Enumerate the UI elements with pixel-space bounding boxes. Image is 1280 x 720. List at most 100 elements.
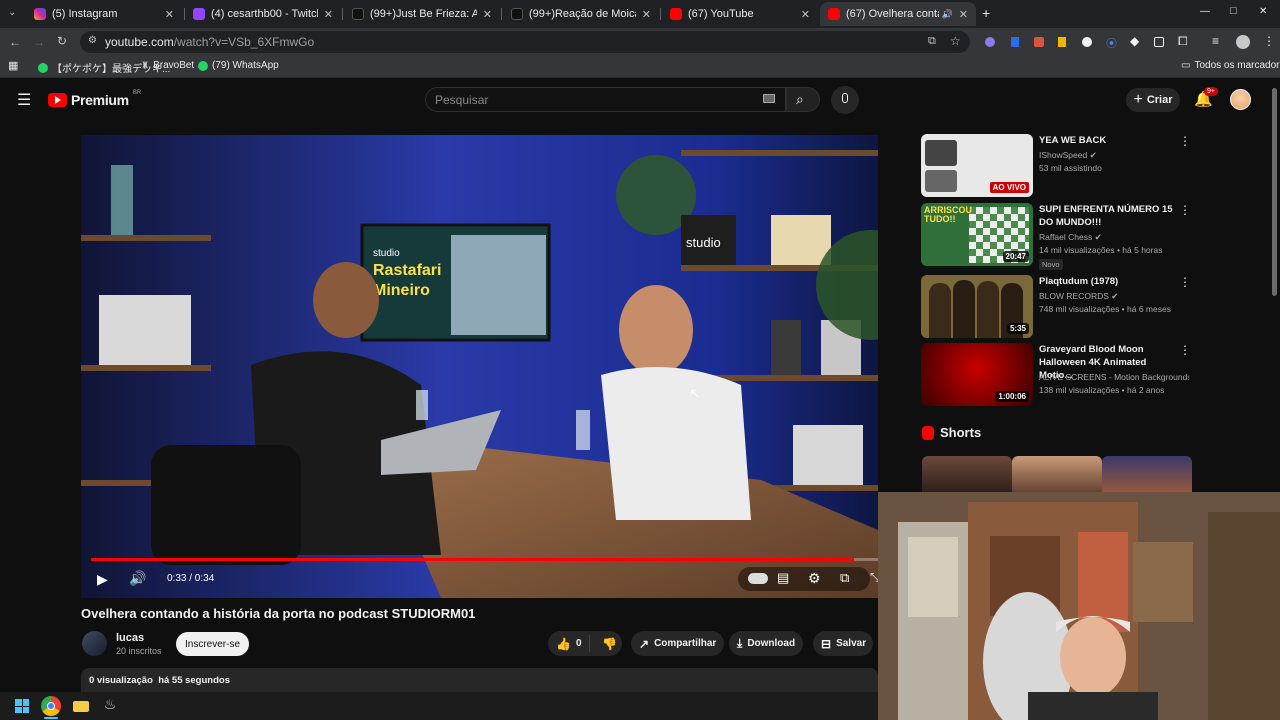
more-options-icon[interactable]: ⋮ bbox=[1179, 203, 1191, 217]
recommendation-item[interactable]: 1:00:06 Graveyard Blood Moon Halloween 4… bbox=[921, 343, 1191, 407]
forward-icon[interactable]: → bbox=[33, 35, 45, 49]
recommendation-item[interactable]: AO VIVO YEA WE BACK IShowSpeed ✔ 53 mil … bbox=[921, 134, 1191, 198]
recommendation-meta: 748 mil visualizações • há 6 meses bbox=[1039, 304, 1171, 314]
recommendation-thumbnail[interactable]: 5:35 bbox=[921, 275, 1033, 338]
miniplayer-icon[interactable]: ⧉ bbox=[840, 570, 849, 586]
extension-icon[interactable]: ⦿ bbox=[1106, 35, 1117, 51]
share-button[interactable]: ↗ Compartilhar bbox=[631, 631, 725, 656]
tab-tiktok-frieza[interactable]: (99+)Just Be Frieza: A Brutal Pi ✕ bbox=[344, 2, 500, 26]
tab-youtube-current[interactable]: (67) Ovelhera contando a h 🔊 ✕ bbox=[820, 2, 976, 26]
volume-icon[interactable]: 🔊 bbox=[129, 570, 146, 587]
keyboard-icon[interactable] bbox=[763, 94, 775, 103]
recommendation-item[interactable]: 5:35 Plaqtudum (1978) BLOW RECORDS ✔ 748… bbox=[921, 275, 1191, 339]
close-tab-icon[interactable]: ✕ bbox=[483, 8, 492, 21]
bookmark-whatsapp[interactable]: (79) WhatsApp bbox=[198, 60, 279, 71]
steam-icon[interactable]: ♨ bbox=[100, 696, 120, 716]
audio-playing-icon[interactable]: 🔊 bbox=[942, 9, 953, 20]
media-controls-icon[interactable]: ≡ bbox=[1212, 34, 1219, 48]
tab-twitch[interactable]: (4) cesarthb00 - Twitch ✕ bbox=[185, 2, 341, 26]
settings-gear-icon[interactable]: ⚙ bbox=[808, 570, 821, 587]
minimize-button[interactable]: — bbox=[1200, 6, 1210, 17]
recommendation-title[interactable]: SUPI ENFRENTA NÚMERO 15 DO MUNDO!!! bbox=[1039, 203, 1173, 229]
close-tab-icon[interactable]: ✕ bbox=[801, 8, 810, 21]
extension-icon[interactable] bbox=[985, 37, 995, 47]
apps-grid-icon[interactable]: ▦ bbox=[8, 59, 18, 72]
tab-search-icon[interactable]: ⌄ bbox=[8, 7, 16, 18]
recommendation-thumbnail[interactable]: ARRISCOU TUDO!! 20:47 bbox=[921, 203, 1033, 266]
close-window-button[interactable]: ✕ bbox=[1259, 6, 1267, 17]
recommendation-thumbnail[interactable]: AO VIVO bbox=[921, 134, 1033, 197]
search-box[interactable]: Pesquisar bbox=[425, 87, 786, 112]
file-explorer-icon[interactable] bbox=[71, 696, 91, 716]
subtitles-icon[interactable]: ▤ bbox=[777, 570, 789, 586]
extension-icon[interactable] bbox=[1154, 37, 1164, 47]
cast-icon[interactable]: ⧉ bbox=[928, 35, 936, 48]
recommendation-thumbnail[interactable]: 1:00:06 bbox=[921, 343, 1033, 406]
like-button[interactable]: 👍 0 bbox=[548, 635, 590, 652]
search-input[interactable]: Pesquisar bbox=[435, 93, 488, 107]
notifications-button[interactable]: 🔔 9+ bbox=[1194, 87, 1218, 109]
close-tab-icon[interactable]: ✕ bbox=[642, 8, 651, 21]
profile-avatar[interactable] bbox=[1236, 35, 1250, 49]
short-thumbnail[interactable] bbox=[1012, 456, 1102, 496]
recommendation-channel[interactable]: IShowSpeed ✔ bbox=[1039, 150, 1189, 161]
close-tab-icon[interactable]: ✕ bbox=[959, 8, 968, 21]
verified-icon: ✔ bbox=[1111, 291, 1119, 301]
save-button[interactable]: ⊟ Salvar bbox=[813, 631, 873, 656]
tab-tiktok-moicano[interactable]: (99+)Reação de Moicano à Vitó ✕ bbox=[503, 2, 659, 26]
more-options-icon[interactable]: ⋮ bbox=[1179, 343, 1191, 357]
chrome-menu-icon[interactable]: ⋮ bbox=[1263, 34, 1275, 48]
tab-instagram[interactable]: (5) Instagram ✕ bbox=[26, 2, 182, 26]
close-tab-icon[interactable]: ✕ bbox=[324, 8, 333, 21]
tiktok-icon bbox=[511, 8, 523, 20]
theater-mode-icon[interactable]: ⤡ bbox=[870, 570, 878, 585]
recommendation-item[interactable]: ARRISCOU TUDO!! 20:47 SUPI ENFRENTA NÚME… bbox=[921, 203, 1191, 270]
create-button[interactable]: + Criar bbox=[1126, 88, 1180, 112]
short-thumbnail[interactable] bbox=[922, 456, 1012, 496]
more-options-icon[interactable]: ⋮ bbox=[1179, 275, 1191, 289]
maximize-button[interactable]: □ bbox=[1230, 5, 1237, 17]
extension-icon[interactable] bbox=[1011, 37, 1019, 47]
active-app-indicator bbox=[44, 717, 58, 719]
voice-search-button[interactable] bbox=[831, 86, 859, 114]
account-avatar[interactable] bbox=[1230, 89, 1251, 110]
chrome-taskbar-icon[interactable] bbox=[41, 696, 61, 716]
new-tab-button[interactable]: + bbox=[982, 5, 990, 21]
bookmark-bravobet[interactable]: ♜ BravoBet bbox=[141, 60, 194, 71]
extensions-puzzle-icon[interactable]: ⧠ bbox=[1178, 34, 1188, 49]
windows-start-icon[interactable] bbox=[12, 696, 32, 716]
reload-icon[interactable]: ↻ bbox=[57, 34, 67, 48]
short-thumbnail[interactable] bbox=[1102, 456, 1192, 496]
download-button[interactable]: ⤓ Download bbox=[729, 631, 804, 656]
progress-bar[interactable] bbox=[91, 558, 878, 561]
channel-avatar[interactable] bbox=[82, 631, 107, 656]
more-options-icon[interactable]: ⋮ bbox=[1179, 134, 1191, 148]
extension-icon[interactable] bbox=[1082, 37, 1092, 47]
page-scrollbar[interactable] bbox=[1272, 88, 1277, 296]
channel-name[interactable]: lucas bbox=[116, 632, 144, 644]
recommendation-title[interactable]: Plaqtudum (1978) bbox=[1039, 275, 1173, 288]
play-button[interactable]: ▶ bbox=[97, 571, 108, 588]
address-bar[interactable]: ⚙ youtube.com/watch?v=VSb_6XFmwGo ⧉ ☆ bbox=[80, 31, 970, 53]
recommendation-channel[interactable]: BLOW RECORDS ✔ bbox=[1039, 291, 1189, 302]
recommendation-channel[interactable]: Raffael Chess ✔ bbox=[1039, 232, 1189, 243]
subscribe-button[interactable]: Inscrever-se bbox=[176, 632, 249, 656]
dislike-button[interactable]: 👎 bbox=[595, 637, 617, 651]
hamburger-menu-icon[interactable]: ☰ bbox=[17, 90, 31, 110]
autoplay-toggle[interactable] bbox=[748, 573, 768, 584]
all-bookmarks[interactable]: ▭ Todos os marcadores bbox=[1181, 60, 1280, 71]
extension-icon[interactable] bbox=[1058, 37, 1066, 47]
search-button[interactable]: ⌕ bbox=[786, 87, 820, 112]
close-tab-icon[interactable]: ✕ bbox=[165, 8, 174, 21]
back-icon[interactable]: ← bbox=[9, 35, 21, 49]
extension-icon[interactable] bbox=[1034, 37, 1044, 47]
recommendation-title[interactable]: YEA WE BACK bbox=[1039, 134, 1173, 147]
youtube-logo[interactable]: Premium BR bbox=[48, 90, 141, 108]
extension-icon[interactable]: ◆ bbox=[1130, 34, 1139, 48]
recommendation-channel[interactable]: ALIVE SCREENS - Motion Backgrounds a... bbox=[1039, 372, 1189, 382]
site-info-icon[interactable]: ⚙ bbox=[88, 35, 97, 46]
description-box[interactable]: 0 visualização há 55 segundos bbox=[81, 668, 878, 692]
tab-youtube-home[interactable]: (67) YouTube ✕ bbox=[662, 2, 818, 26]
video-player[interactable]: studio Rastafari Mineiro studio ▶ 🔊 0:33… bbox=[81, 135, 878, 598]
bookmark-star-icon[interactable]: ☆ bbox=[950, 34, 961, 48]
